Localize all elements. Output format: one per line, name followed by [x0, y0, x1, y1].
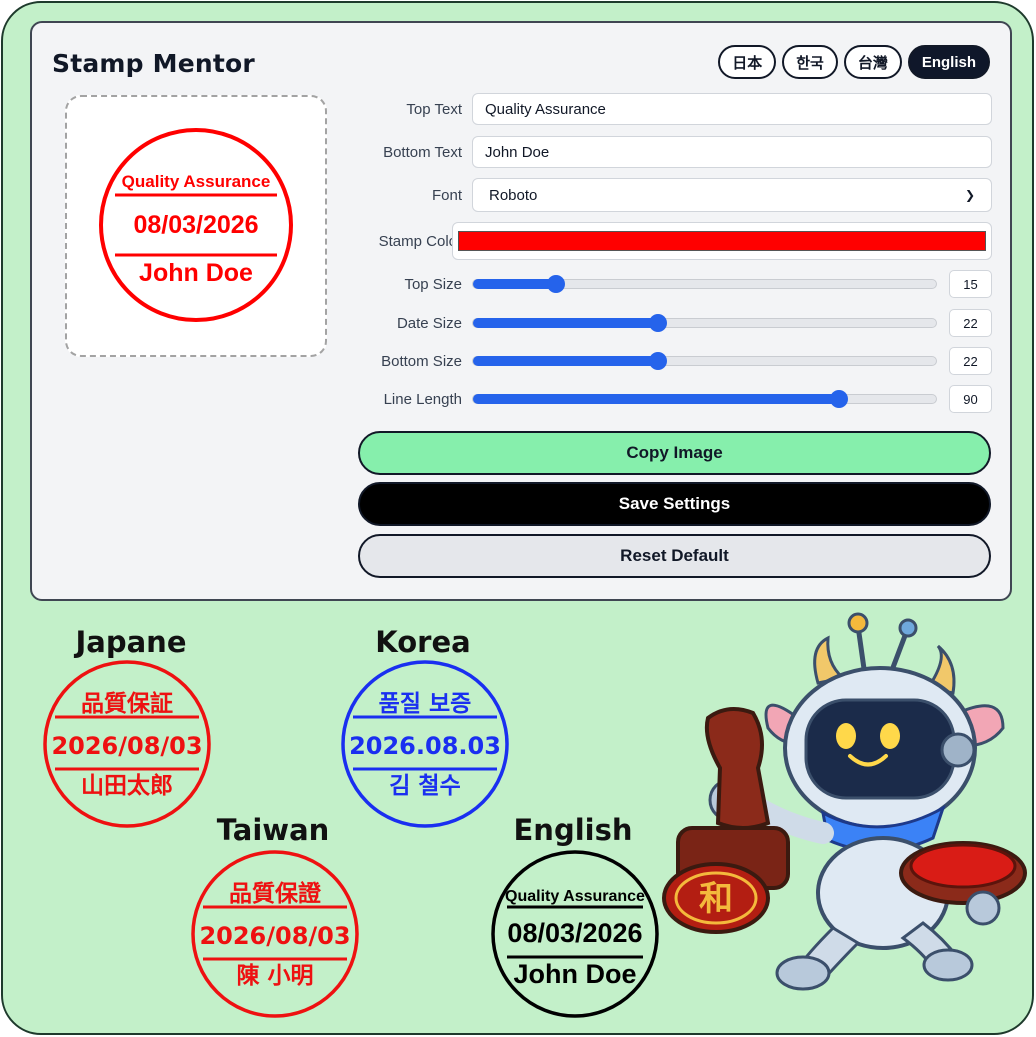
date-size-label: Date Size: [396, 314, 462, 332]
line-length-value[interactable]: 90: [949, 385, 992, 413]
sample-stamp-taiwan: 品質保證 2026/08/03 陳 小明: [191, 850, 359, 1018]
reset-default-button[interactable]: Reset Default: [358, 534, 991, 578]
top-text-row: Top Text Quality Assurance: [362, 93, 992, 125]
robot-visor: [804, 698, 956, 800]
top-size-value[interactable]: 15: [949, 270, 992, 298]
slider-thumb[interactable]: [547, 275, 566, 293]
font-select-value: Roboto: [489, 186, 538, 204]
bottom-size-row: Bottom Size 22: [362, 347, 992, 375]
sample-stamp-date: 2026/08/03: [51, 732, 202, 760]
stamp-color-row: Stamp Color: [362, 222, 992, 260]
app-frame: Stamp Mentor 日本 한국 台灣 English Quality As…: [1, 1, 1034, 1035]
font-label: Font: [431, 186, 462, 204]
ink-pad-surface: [909, 843, 1017, 889]
sample-stamp-date: 2026.08.03: [349, 732, 501, 760]
sample-stamp-bottom-text: 陳 小明: [236, 963, 313, 989]
robot-eye-left: [836, 723, 856, 749]
robot-hand-right: [965, 890, 1001, 926]
sample-stamp-top-text: 品質保証: [81, 690, 173, 717]
robot-foot-left: [775, 955, 831, 991]
sample-stamp-bottom-text: John Doe: [513, 959, 636, 989]
date-size-slider[interactable]: [472, 314, 937, 332]
stamp-preview-svg: Quality Assurance 08/03/2026 John Doe: [99, 128, 293, 322]
font-row: Font Roboto ❯: [362, 178, 992, 212]
sample-stamp-bottom-text: 山田太郎: [81, 772, 173, 799]
line-length-slider[interactable]: [472, 390, 937, 408]
sample-stamp-date: 2026/08/03: [199, 922, 350, 950]
language-switcher: 日本 한국 台灣 English: [718, 45, 990, 79]
sample-stamp-date: 08/03/2026: [507, 918, 642, 948]
slider-thumb[interactable]: [649, 352, 668, 370]
robot-mascot-illustration: 和: [662, 612, 1027, 991]
sample-stamp-japan: 品質保証 2026/08/03 山田太郎: [43, 660, 211, 828]
slider-fill: [473, 356, 659, 366]
copy-image-button[interactable]: Copy Image: [358, 431, 991, 475]
robot-eye-right: [880, 723, 900, 749]
lang-button-ko[interactable]: 한국: [782, 45, 838, 79]
slider-thumb[interactable]: [649, 314, 668, 332]
sample-title-korea: Korea: [375, 625, 471, 659]
robot-antenna-tip-left: [847, 612, 869, 634]
stamp-seal-character: 和: [699, 879, 733, 919]
top-text-label: Top Text: [406, 100, 462, 118]
lang-button-tw[interactable]: 台灣: [843, 45, 902, 79]
sample-stamp-top-text: Quality Assurance: [505, 888, 645, 905]
font-select[interactable]: Roboto ❯: [472, 178, 992, 212]
stamp-mentor-card: Stamp Mentor 日本 한국 台灣 English Quality As…: [30, 21, 1012, 601]
robot-foot-right: [922, 948, 974, 982]
lang-button-ja[interactable]: 日本: [718, 45, 777, 79]
date-size-value[interactable]: 22: [949, 309, 992, 337]
bottom-text-label: Bottom Text: [383, 143, 462, 161]
preview-stamp-date: 08/03/2026: [133, 211, 258, 239]
sample-title-japan: Japane: [75, 625, 187, 659]
stamp-color-picker[interactable]: [452, 222, 992, 260]
slider-fill: [473, 394, 839, 404]
bottom-size-label: Bottom Size: [381, 352, 462, 370]
top-text-input[interactable]: Quality Assurance: [472, 93, 992, 125]
bottom-size-slider[interactable]: [472, 352, 937, 370]
sample-stamp-top-text: 품질 보증: [379, 691, 472, 717]
stamp-color-swatch: [458, 231, 986, 251]
bottom-text-input[interactable]: John Doe: [472, 136, 992, 168]
sample-stamp-bottom-text: 김 철수: [389, 773, 461, 799]
preview-stamp-bottom-text: John Doe: [139, 259, 253, 287]
gear-icon: [940, 732, 976, 768]
top-size-label: Top Size: [404, 275, 462, 293]
chevron-down-icon: ❯: [964, 188, 975, 202]
preview-stamp-top-text: Quality Assurance: [122, 172, 271, 191]
line-length-row: Line Length 90: [362, 385, 992, 413]
slider-fill: [473, 279, 557, 289]
top-size-row: Top Size 15: [362, 270, 992, 298]
robot-antenna-tip-right: [898, 618, 918, 638]
app-title: Stamp Mentor: [52, 49, 255, 78]
sample-stamp-top-text: 品質保證: [229, 880, 322, 907]
line-length-label: Line Length: [383, 390, 462, 408]
sample-stamp-english: Quality Assurance 08/03/2026 John Doe: [491, 850, 659, 1018]
sample-stamp-korea: 품질 보증 2026.08.03 김 철수: [341, 660, 509, 828]
save-settings-button[interactable]: Save Settings: [358, 482, 991, 526]
stamp-preview: Quality Assurance 08/03/2026 John Doe: [65, 95, 327, 357]
slider-fill: [473, 318, 659, 328]
slider-thumb[interactable]: [829, 390, 848, 408]
top-size-slider[interactable]: [472, 275, 937, 293]
lang-button-en[interactable]: English: [907, 45, 990, 79]
bottom-text-row: Bottom Text John Doe: [362, 136, 992, 168]
bottom-size-value[interactable]: 22: [949, 347, 992, 375]
date-size-row: Date Size 22: [362, 309, 992, 337]
